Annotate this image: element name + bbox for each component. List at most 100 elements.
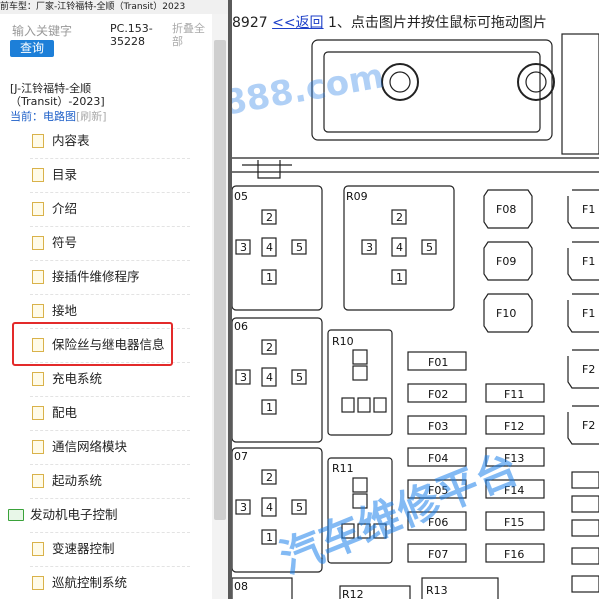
diagram-label: F1: [582, 255, 595, 268]
document-icon: [32, 405, 44, 420]
diagram-label: F15: [504, 516, 524, 529]
nav-tree-item[interactable]: 起动系统: [32, 464, 102, 498]
document-icon: [32, 439, 44, 454]
diagram-label: 05: [234, 190, 248, 203]
diagram-label: F07: [428, 548, 448, 561]
nav-tree-item-label: 巡航控制系统: [52, 575, 128, 590]
diagram-label: 5: [426, 241, 433, 254]
diagram-label: 2: [396, 211, 403, 224]
nav-tree-item-label: 符号: [52, 235, 78, 250]
diagram-label: F2: [582, 419, 595, 432]
diagram-label: 08: [234, 580, 248, 593]
nav-tree-item[interactable]: 内容表: [32, 124, 90, 158]
left-panel: 输入关键字 查询 PC.153- 35228 折叠全 部 [J-江铃福特-全顺 …: [0, 14, 230, 599]
query-button[interactable]: 查询: [10, 40, 54, 57]
diagram-label: 1: [266, 401, 273, 414]
highlight-box: [12, 322, 173, 366]
diagram-label: F09: [496, 255, 516, 268]
nav-tree-item-label: 配电: [52, 405, 78, 420]
diagram-label: F1: [582, 307, 595, 320]
diagram-label: F11: [504, 388, 524, 401]
diagram-label: 3: [240, 371, 247, 384]
nav-tree-item-label: 发动机电子控制: [30, 507, 118, 522]
diagram-label: 5: [296, 241, 303, 254]
nav-tree-item-label: 介绍: [52, 201, 78, 216]
nav-tree-item[interactable]: 接插件维修程序: [32, 260, 140, 294]
nav-tree-item[interactable]: 巡航控制系统: [32, 566, 127, 599]
nav-tree-item[interactable]: 目录: [32, 158, 77, 192]
document-icon: [32, 167, 44, 182]
back-link[interactable]: <<返回: [272, 15, 323, 31]
viewer-header: 8927 <<返回 1、点击图片并按住鼠标可拖动图片: [232, 12, 599, 34]
diagram-label: F1: [582, 203, 595, 216]
diagram-label: R09: [346, 190, 368, 203]
diagram-label: R12: [342, 588, 364, 599]
diagram-label: F01: [428, 356, 448, 369]
vehicle-title-bar: 前车型：厂家-江铃福特-全顺（Transit）2023: [0, 0, 230, 14]
nav-tree-item-label: 起动系统: [52, 473, 103, 488]
collapse-all-link[interactable]: 折叠全 部: [172, 22, 216, 48]
nav-tree-item-label: 目录: [52, 167, 78, 182]
document-icon: [32, 133, 44, 148]
nav-tree-item-label: 接地: [52, 303, 78, 318]
diagram-label: 4: [396, 241, 403, 254]
diagram-label: 07: [234, 450, 248, 463]
document-icon: [32, 575, 44, 590]
diagram-label: F03: [428, 420, 448, 433]
diagram-label: 1: [396, 271, 403, 284]
diagram-label: 5: [296, 501, 303, 514]
nav-tree-item[interactable]: 介绍: [32, 192, 77, 226]
diagram-label: F10: [496, 307, 516, 320]
diagram-label: 1: [266, 271, 273, 284]
document-icon: [32, 541, 44, 556]
diagram-label: 4: [266, 241, 273, 254]
nav-tree-item-label: 接插件维修程序: [52, 269, 140, 284]
nav-tree-item[interactable]: 变速器控制: [32, 532, 115, 566]
nav-tree-item-label: 通信网络模块: [52, 439, 128, 454]
diagram-label: R10: [332, 335, 354, 348]
nav-tree-item-label: 内容表: [52, 133, 90, 148]
diagram-label: 2: [266, 341, 273, 354]
folder-icon: [8, 508, 24, 521]
nav-tree-item[interactable]: 发动机电子控制: [8, 498, 118, 532]
diagram-label: 3: [240, 241, 247, 254]
diagram-label: F02: [428, 388, 448, 401]
diagram-label: 4: [266, 501, 273, 514]
current-location: 当前：电路图[刷新]: [10, 108, 107, 124]
document-icon: [32, 235, 44, 250]
nav-tree-item[interactable]: 配电: [32, 396, 77, 430]
breadcrumb: [J-江铃福特-全顺 （Transit）-2023]: [10, 82, 105, 108]
diagram-label: 5: [296, 371, 303, 384]
diagram-label: F12: [504, 420, 524, 433]
diagram-label: R13: [426, 584, 448, 597]
diagram-code: 8927: [232, 15, 268, 31]
diagram-label: F2: [582, 363, 595, 376]
nav-tree-item-label: 变速器控制: [52, 541, 115, 556]
nav-tree-item[interactable]: 通信网络模块: [32, 430, 127, 464]
search-input[interactable]: 输入关键字: [12, 22, 72, 39]
diagram-label: 2: [266, 471, 273, 484]
left-scrollbar-thumb[interactable]: [214, 40, 226, 520]
diagram-viewer[interactable]: 05 R09 06 R10 07 R11 08 R12 R13 F01 F02 F03 F04 F05 F0…: [232, 0, 599, 599]
diagram-label: R11: [332, 462, 354, 475]
nav-tree-item[interactable]: 符号: [32, 226, 77, 260]
document-icon: [32, 201, 44, 216]
pc-code: PC.153- 35228: [110, 22, 153, 48]
document-icon: [32, 473, 44, 488]
diagram-label: 4: [266, 371, 273, 384]
diagram-label: 2: [266, 211, 273, 224]
diagram-label: 3: [366, 241, 373, 254]
refresh-link[interactable]: [刷新]: [76, 110, 107, 123]
diagram-label: F08: [496, 203, 516, 216]
nav-tree-item-label: 充电系统: [52, 371, 103, 386]
current-label: 当前：电路图: [10, 110, 76, 123]
document-icon: [32, 303, 44, 318]
diagram-label: 3: [240, 501, 247, 514]
diagram-label: F16: [504, 548, 524, 561]
search-area: 输入关键字 查询: [0, 14, 110, 74]
drag-instruction: 1、点击图片并按住鼠标可拖动图片: [328, 15, 547, 31]
document-icon: [32, 269, 44, 284]
document-icon: [32, 371, 44, 386]
nav-tree-item[interactable]: 充电系统: [32, 362, 102, 396]
diagram-label: 06: [234, 320, 248, 333]
